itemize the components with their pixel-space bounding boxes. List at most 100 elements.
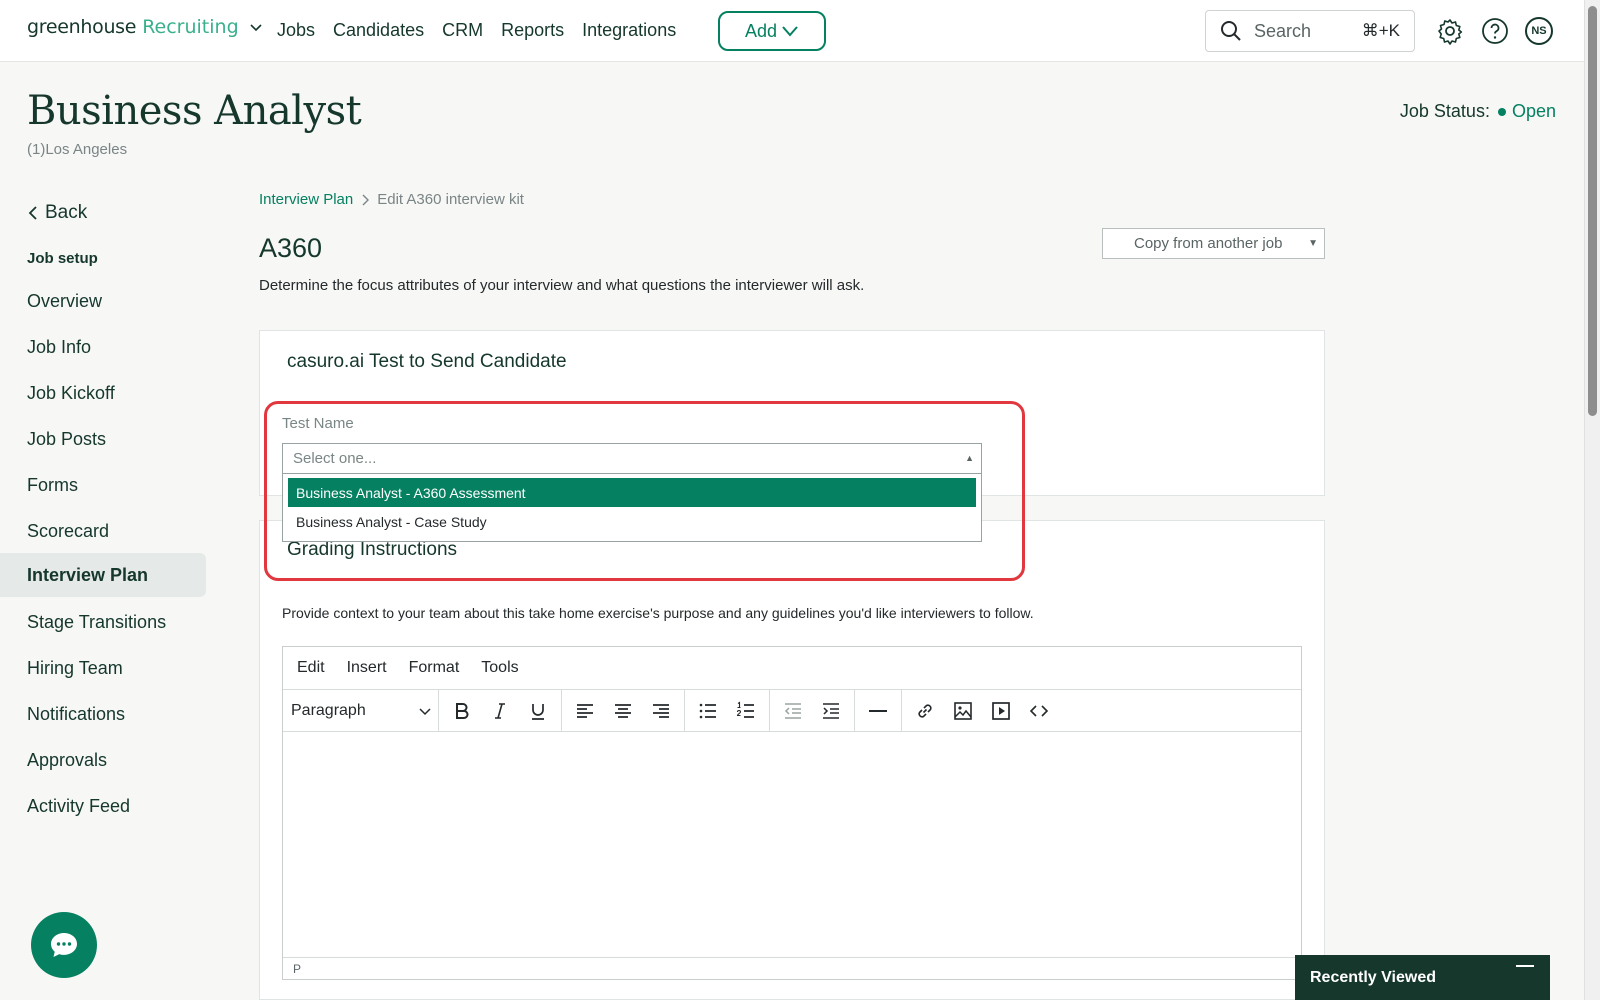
brand-main: greenhouse xyxy=(27,16,137,38)
sidebar-item-approvals[interactable]: Approvals xyxy=(0,738,206,782)
page-title: Business Analyst xyxy=(27,88,362,134)
source-code-button[interactable] xyxy=(1022,696,1056,726)
breadcrumb-current: Edit A360 interview kit xyxy=(377,191,524,208)
toolbar-group-align xyxy=(562,690,685,731)
horizontal-rule-icon xyxy=(869,709,887,712)
back-link[interactable]: Back xyxy=(27,202,87,224)
job-status-label: Job Status: xyxy=(1399,101,1490,121)
add-button-label: Add xyxy=(744,20,778,41)
chat-button[interactable] xyxy=(31,912,97,978)
menu-insert[interactable]: Insert xyxy=(347,659,387,677)
avatar[interactable]: NS xyxy=(1525,17,1553,45)
bold-icon xyxy=(456,702,469,719)
nav-link-reports[interactable]: Reports xyxy=(501,20,564,41)
menu-edit[interactable]: Edit xyxy=(297,659,325,677)
scrollbar-thumb[interactable] xyxy=(1588,6,1597,416)
kit-title: A360 xyxy=(259,233,323,263)
help-icon[interactable] xyxy=(1481,17,1509,45)
horizontal-rule-button[interactable] xyxy=(861,696,895,726)
breadcrumb: Interview Plan Edit A360 interview kit xyxy=(259,191,524,208)
sidebar-item-job-posts[interactable]: Job Posts xyxy=(0,417,206,461)
job-status: Job Status: Open xyxy=(1400,101,1556,122)
block-format-select[interactable]: Paragraph xyxy=(283,690,439,731)
sidebar-section-heading: Job setup xyxy=(27,250,98,267)
nav-link-candidates[interactable]: Candidates xyxy=(333,20,424,41)
dropdown-option-a360[interactable]: Business Analyst - A360 Assessment xyxy=(288,478,976,507)
underline-button[interactable] xyxy=(521,696,555,726)
menu-format[interactable]: Format xyxy=(409,659,460,677)
align-center-icon xyxy=(615,703,631,718)
editor-element-path: P xyxy=(293,961,302,976)
sidebar-item-notifications[interactable]: Notifications xyxy=(0,692,206,736)
editor-toolbar: Paragraph xyxy=(283,690,1301,732)
align-right-button[interactable] xyxy=(644,696,678,726)
sidebar-item-overview[interactable]: Overview xyxy=(0,279,206,323)
chevron-down-icon xyxy=(782,26,798,37)
code-icon xyxy=(1029,704,1049,717)
test-name-select[interactable]: Select one... ▲ xyxy=(282,443,982,474)
copy-select-label: Copy from another job xyxy=(1134,235,1283,252)
bold-button[interactable] xyxy=(445,696,479,726)
editor-content-area[interactable] xyxy=(283,732,1301,957)
sidebar-item-activity-feed[interactable]: Activity Feed xyxy=(0,784,206,828)
dropdown-option-case-study[interactable]: Business Analyst - Case Study xyxy=(288,507,976,536)
sidebar-item-job-info[interactable]: Job Info xyxy=(0,325,206,369)
video-button[interactable] xyxy=(984,696,1018,726)
editor-menubar: Edit Insert Format Tools xyxy=(283,647,1301,690)
search-placeholder: Search xyxy=(1254,20,1312,41)
sidebar-item-scorecard[interactable]: Scorecard xyxy=(0,509,206,553)
toolbar-group-hr xyxy=(855,690,902,731)
search-input[interactable]: Search ⌘+K xyxy=(1205,10,1415,52)
brand-logo[interactable]: greenhouse Recruiting xyxy=(27,16,263,38)
numbered-list-icon xyxy=(736,700,754,718)
chat-bubble-icon xyxy=(51,933,77,957)
menu-tools[interactable]: Tools xyxy=(481,659,518,677)
nav-link-integrations[interactable]: Integrations xyxy=(582,20,676,41)
toolbar-group-lists xyxy=(685,690,770,731)
sidebar-item-forms[interactable]: Forms xyxy=(0,463,206,507)
test-name-placeholder: Select one... xyxy=(293,450,377,467)
sidebar-item-stage-transitions[interactable]: Stage Transitions xyxy=(0,600,206,644)
numbered-list-button[interactable] xyxy=(729,696,763,726)
nav-link-jobs[interactable]: Jobs xyxy=(277,20,315,41)
grading-description: Provide context to your team about this … xyxy=(282,605,1034,621)
align-left-icon xyxy=(577,703,593,718)
bullet-list-icon xyxy=(699,703,716,718)
job-status-value[interactable]: Open xyxy=(1512,101,1556,122)
sidebar-item-hiring-team[interactable]: Hiring Team xyxy=(0,646,206,690)
page-scrollbar[interactable] xyxy=(1584,0,1600,1000)
indent-icon xyxy=(823,702,839,719)
link-button[interactable] xyxy=(908,696,942,726)
block-format-value: Paragraph xyxy=(291,701,366,719)
align-left-button[interactable] xyxy=(568,696,602,726)
gear-icon[interactable] xyxy=(1436,17,1464,45)
job-location: (1)Los Angeles xyxy=(27,141,128,158)
bullet-list-button[interactable] xyxy=(691,696,725,726)
top-navigation: greenhouse Recruiting Jobs Candidates CR… xyxy=(0,0,1584,62)
italic-button[interactable] xyxy=(483,696,517,726)
recently-viewed-label: Recently Viewed xyxy=(1310,968,1436,986)
video-icon xyxy=(992,701,1010,720)
minimize-icon[interactable] xyxy=(1516,965,1534,967)
search-icon xyxy=(1221,21,1241,41)
status-dot-icon xyxy=(1497,107,1506,116)
copy-from-job-select[interactable]: Copy from another job ▼ xyxy=(1102,228,1325,259)
nav-link-crm[interactable]: CRM xyxy=(442,20,483,41)
sidebar-item-interview-plan[interactable]: Interview Plan xyxy=(0,553,206,597)
test-card-heading: casuro.ai Test to Send Candidate xyxy=(287,351,567,372)
breadcrumb-interview-plan[interactable]: Interview Plan xyxy=(259,191,353,208)
sidebar-item-job-kickoff[interactable]: Job Kickoff xyxy=(0,371,206,415)
outdent-button[interactable] xyxy=(776,696,810,726)
test-name-dropdown: Business Analyst - A360 Assessment Busin… xyxy=(282,474,982,542)
kit-description: Determine the focus attributes of your i… xyxy=(259,277,865,294)
align-center-button[interactable] xyxy=(606,696,640,726)
image-button[interactable] xyxy=(946,696,980,726)
indent-button[interactable] xyxy=(814,696,848,726)
chevron-down-icon xyxy=(419,707,431,715)
back-label: Back xyxy=(45,202,88,223)
chevron-right-icon xyxy=(362,194,370,205)
recently-viewed-panel[interactable]: Recently Viewed xyxy=(1295,955,1550,1000)
nav-links: Jobs Candidates CRM Reports Integrations xyxy=(277,20,676,41)
add-button[interactable]: Add xyxy=(718,11,826,51)
toolbar-group-indent xyxy=(770,690,855,731)
